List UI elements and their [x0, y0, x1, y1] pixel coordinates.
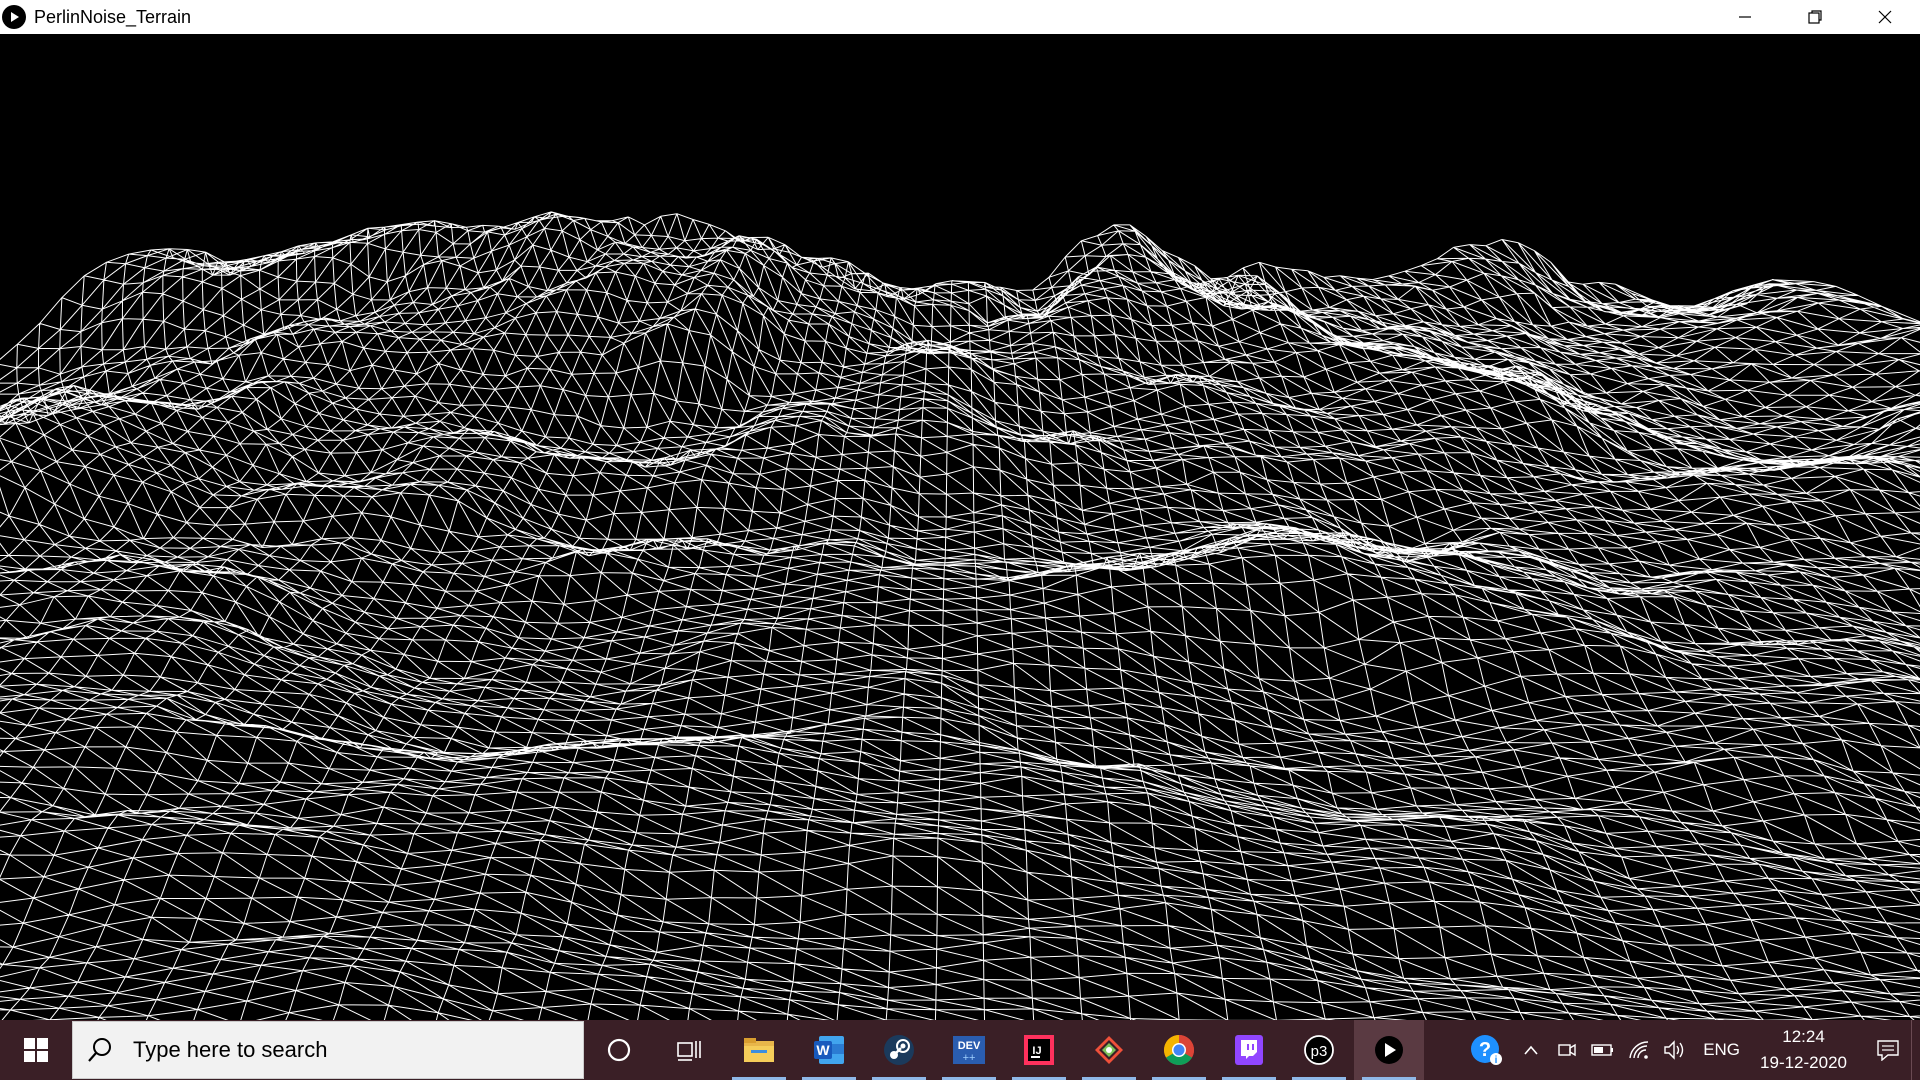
devcpp-button[interactable]: DEV ++ — [934, 1020, 1004, 1080]
chrome-icon — [1163, 1035, 1195, 1066]
word-button[interactable]: W — [794, 1020, 864, 1080]
clock-time: 12:24 — [1782, 1027, 1825, 1046]
chevron-up-icon — [1524, 1045, 1538, 1055]
cortana-button[interactable] — [584, 1020, 654, 1080]
battery-icon — [1591, 1044, 1614, 1056]
search-icon — [87, 1037, 117, 1063]
system-tray: ? i ENG 12:24 19-12-2020 — [1461, 1020, 1920, 1080]
twitch-button[interactable] — [1214, 1020, 1284, 1080]
task-view-button[interactable] — [654, 1020, 724, 1080]
show-hidden-icons-button[interactable] — [1513, 1020, 1549, 1080]
close-icon — [1878, 10, 1892, 24]
svg-text:p3: p3 — [1311, 1043, 1328, 1060]
task-view-icon — [677, 1041, 701, 1061]
window-title-bar: PerlinNoise_Terrain — [0, 0, 1920, 34]
volume-tray-button[interactable] — [1657, 1020, 1693, 1080]
svg-text:i: i — [1495, 1055, 1498, 1066]
wireframe-terrain — [0, 211, 1920, 1020]
play-icon — [1375, 1036, 1403, 1064]
camera-icon — [1558, 1043, 1576, 1057]
taskbar: W DEV++ IJ p3 ?i — [0, 1020, 1920, 1080]
notification-icon — [1877, 1040, 1899, 1061]
svg-text:IJ: IJ — [1032, 1045, 1041, 1057]
file-explorer-button[interactable] — [724, 1020, 794, 1080]
help-icon: ? i — [1471, 1035, 1503, 1066]
wifi-icon — [1629, 1041, 1649, 1059]
clock-date: 19-12-2020 — [1760, 1053, 1847, 1072]
show-desktop-button[interactable] — [1911, 1020, 1920, 1080]
chrome-button[interactable] — [1144, 1020, 1214, 1080]
minimize-button[interactable] — [1710, 0, 1780, 34]
svg-text:W: W — [816, 1042, 830, 1058]
svg-text:?: ? — [1479, 1039, 1491, 1061]
processing-button[interactable]: p3 — [1284, 1020, 1354, 1080]
intellij-icon: IJ — [1024, 1035, 1054, 1065]
processing-icon: p3 — [1304, 1035, 1334, 1065]
action-center-button[interactable] — [1865, 1020, 1911, 1080]
intellij-button[interactable]: IJ — [1004, 1020, 1074, 1080]
sketch-canvas[interactable] — [0, 34, 1920, 1020]
search-input[interactable] — [131, 1036, 555, 1064]
restore-button[interactable] — [1780, 0, 1850, 34]
running-sketch-button[interactable] — [1354, 1020, 1424, 1080]
taskbar-search-box[interactable] — [72, 1021, 584, 1079]
file-explorer-icon — [744, 1038, 774, 1062]
restore-icon — [1808, 10, 1822, 24]
network-tray-button[interactable] — [1621, 1020, 1657, 1080]
clock[interactable]: 12:24 19-12-2020 — [1760, 1024, 1847, 1076]
close-button[interactable] — [1850, 0, 1920, 34]
svg-text:++: ++ — [963, 1052, 976, 1064]
terrain-mesh — [0, 211, 1920, 1020]
word-icon: W — [814, 1036, 844, 1064]
svg-text:DEV: DEV — [958, 1040, 981, 1052]
twitch-icon — [1235, 1035, 1263, 1065]
app-play-icon — [2, 5, 26, 29]
help-tray-button[interactable]: ? i — [1461, 1020, 1513, 1080]
window-title: PerlinNoise_Terrain — [34, 6, 192, 27]
minimize-icon — [1739, 16, 1751, 18]
git-button[interactable] — [1074, 1020, 1144, 1080]
windows-logo-icon — [24, 1038, 48, 1062]
speaker-icon — [1664, 1040, 1684, 1060]
start-button[interactable] — [0, 1020, 72, 1080]
steam-icon — [884, 1035, 914, 1065]
input-language-indicator[interactable]: ENG — [1703, 1040, 1740, 1060]
cortana-icon — [607, 1038, 631, 1062]
git-icon — [1095, 1036, 1123, 1064]
steam-button[interactable] — [864, 1020, 934, 1080]
devcpp-icon: DEV++ — [953, 1036, 985, 1064]
meet-now-tray-button[interactable] — [1549, 1020, 1585, 1080]
battery-tray-button[interactable] — [1585, 1020, 1621, 1080]
